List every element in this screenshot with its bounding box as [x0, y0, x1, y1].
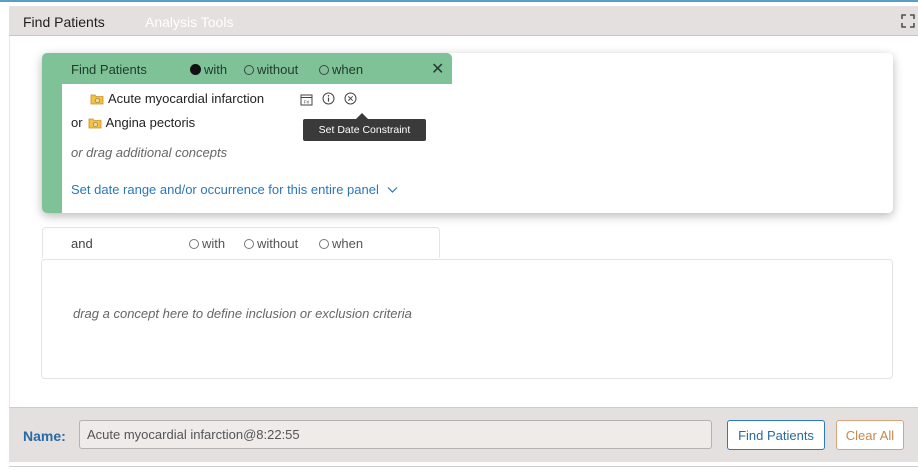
- drag-additional-hint: or drag additional concepts: [71, 145, 228, 160]
- calendar-text: Fri: [304, 100, 309, 105]
- radio-icon[interactable]: [319, 238, 329, 249]
- top-accent-border: [0, 0, 918, 2]
- concept-folder-icon: [90, 94, 104, 104]
- concept-item[interactable]: Acute myocardial infarction: [90, 91, 264, 106]
- option-label: with: [202, 236, 226, 251]
- panel-2-option-when[interactable]: when: [319, 236, 363, 251]
- panel-1-option-with[interactable]: with: [190, 62, 227, 77]
- query-name-input[interactable]: [79, 420, 712, 449]
- chevron-down-icon[interactable]: [387, 186, 398, 194]
- info-icon[interactable]: [322, 92, 335, 105]
- radio-selected-icon[interactable]: [190, 64, 201, 75]
- date-constraint-tooltip: Set Date Constraint: [303, 119, 426, 141]
- query-panel-2-header: [42, 227, 440, 258]
- panel-2-option-without[interactable]: without: [244, 236, 298, 251]
- drag-concept-hint: drag a concept here to define inclusion …: [73, 306, 412, 321]
- calendar-icon[interactable]: Fri: [300, 93, 313, 106]
- expand-corners-icon[interactable]: [901, 14, 915, 28]
- concept-folder-icon: [88, 118, 101, 128]
- panel-2-option-with[interactable]: with: [189, 236, 225, 251]
- radio-icon[interactable]: [244, 238, 254, 249]
- date-range-link-label[interactable]: Set date range and/or occurrence for thi…: [71, 182, 379, 197]
- option-label: with: [204, 62, 228, 77]
- concept-prefix: or: [71, 115, 83, 130]
- option-label: without: [257, 236, 299, 251]
- radio-icon[interactable]: [244, 64, 254, 75]
- clear-all-button[interactable]: Clear All: [836, 420, 904, 450]
- bottom-divider: [9, 466, 918, 467]
- concept-label: Acute myocardial infarction: [108, 91, 265, 106]
- radio-icon[interactable]: [319, 64, 329, 75]
- radio-icon[interactable]: [189, 238, 199, 249]
- date-range-link[interactable]: Set date range and/or occurrence for thi…: [71, 182, 398, 197]
- option-label: when: [332, 236, 364, 251]
- tab-bar: Find Patients Analysis Tools: [9, 6, 918, 36]
- panel-2-label: and: [71, 236, 93, 251]
- concept-item[interactable]: or Angina pectoris: [71, 115, 195, 130]
- panel-1-side-bar: [42, 84, 62, 213]
- query-name-label: Name:: [23, 428, 66, 444]
- find-patients-button[interactable]: Find Patients: [727, 420, 825, 450]
- tab-analysis-tools[interactable]: Analysis Tools: [145, 14, 233, 30]
- concept-label: Angina pectoris: [105, 115, 196, 130]
- panel-1-option-without[interactable]: without: [244, 62, 298, 77]
- close-icon[interactable]: ✕: [431, 59, 444, 79]
- option-label: when: [332, 62, 364, 77]
- panel-1-option-when[interactable]: when: [319, 62, 363, 77]
- tab-find-patients[interactable]: Find Patients: [23, 14, 105, 30]
- option-label: without: [257, 62, 299, 77]
- remove-circle-icon[interactable]: [344, 92, 357, 105]
- panel-1-title: Find Patients: [71, 62, 147, 77]
